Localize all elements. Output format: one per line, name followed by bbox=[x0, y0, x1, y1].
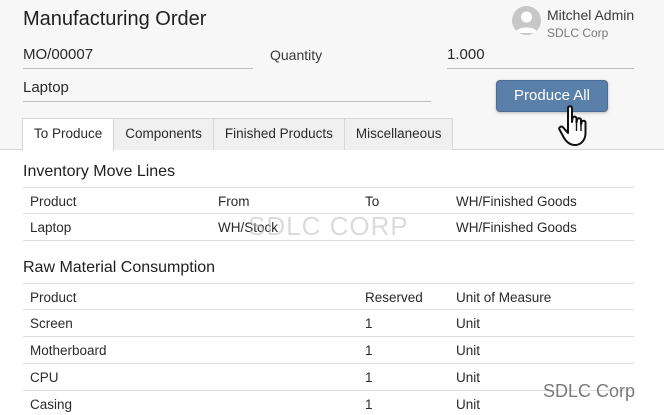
cell-destination: WH/Finished Goods bbox=[456, 220, 577, 235]
quantity-field[interactable]: 1.000 bbox=[447, 46, 634, 69]
column-header-from[interactable]: From bbox=[218, 194, 250, 209]
column-header-unit-of-measure[interactable]: Unit of Measure bbox=[456, 290, 551, 305]
cell-product: Casing bbox=[30, 397, 73, 412]
cell-unit: Unit bbox=[456, 370, 481, 385]
watermark: SDLC CORP bbox=[248, 211, 409, 241]
user-name: Mitchel Admin bbox=[547, 7, 635, 23]
cell-product: Screen bbox=[30, 316, 73, 331]
cell-product: CPU bbox=[30, 370, 59, 385]
inventory-move-lines-title: Inventory Move Lines bbox=[23, 163, 176, 180]
raw-material-consumption-title: Raw Material Consumption bbox=[23, 259, 216, 276]
cell-reserved: 1 bbox=[365, 397, 373, 412]
cell-product: Motherboard bbox=[30, 343, 107, 358]
cell-reserved: 1 bbox=[365, 316, 373, 331]
notebook-tabs: To Produce Components Finished Products … bbox=[22, 118, 454, 151]
quantity-label: Quantity bbox=[270, 47, 323, 63]
brand-mark: SDLC Corp bbox=[543, 381, 636, 401]
tab-to-produce[interactable]: To Produce bbox=[22, 118, 115, 151]
cell-product: Laptop bbox=[30, 220, 72, 235]
cell-unit: Unit bbox=[456, 343, 481, 358]
column-header-product[interactable]: Product bbox=[30, 290, 77, 305]
cell-unit: Unit bbox=[456, 316, 481, 331]
hand-pointer-icon bbox=[557, 104, 595, 153]
cell-reserved: 1 bbox=[365, 370, 373, 385]
cell-unit: Unit bbox=[456, 397, 481, 412]
tab-components[interactable]: Components bbox=[113, 118, 214, 150]
user-company: SDLC Corp bbox=[547, 26, 609, 40]
cell-reserved: 1 bbox=[365, 343, 373, 358]
column-header-destination[interactable]: WH/Finished Goods bbox=[456, 194, 577, 209]
table-row[interactable]: Screen 1 Unit bbox=[23, 310, 634, 337]
user-avatar-icon[interactable] bbox=[512, 6, 541, 35]
product-field[interactable]: Laptop bbox=[23, 79, 431, 102]
table-header-row: Product Reserved Unit of Measure bbox=[23, 283, 634, 310]
tab-miscellaneous[interactable]: Miscellaneous bbox=[343, 118, 454, 150]
table-row[interactable]: Motherboard 1 Unit bbox=[23, 337, 634, 364]
page-title: Manufacturing Order bbox=[23, 8, 207, 30]
mo-reference-field[interactable]: MO/00007 bbox=[23, 46, 253, 69]
tab-finished-products[interactable]: Finished Products bbox=[212, 118, 345, 150]
column-header-reserved[interactable]: Reserved bbox=[365, 290, 423, 305]
table-header-row: Product From To WH/Finished Goods bbox=[23, 187, 634, 214]
column-header-to[interactable]: To bbox=[365, 194, 379, 209]
column-header-product[interactable]: Product bbox=[30, 194, 77, 209]
